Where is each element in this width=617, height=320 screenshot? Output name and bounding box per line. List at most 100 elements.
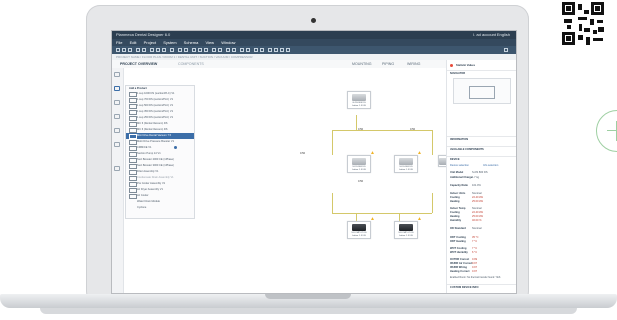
cut-icon[interactable] [150,48,154,52]
left-tool-rail [112,68,124,293]
compressor-image-icon [399,224,413,231]
tab-project-overview[interactable]: PROJECT OVERVIEW [120,60,157,68]
spec-row: Additional Charge1.7 kg [450,176,480,179]
link-icon[interactable] [240,48,244,52]
device-node[interactable]: S-DS 800 DS Indoor 1.5 kW [394,155,418,173]
pipe-tool-icon[interactable] [114,100,120,105]
hand-tool-icon[interactable] [114,166,120,171]
spec-row: IDUDR Air Correct0.97 [450,262,478,265]
spec-row: ODT Cooling 35 °C [450,236,479,239]
note-text: Enabled Room: No thermal transfer found:… [450,276,501,279]
menu-edit[interactable]: Edit [130,40,137,45]
device-subtitle: Indoor 1.5 kW [399,235,413,237]
open-icon[interactable] [122,48,126,52]
menu-project[interactable]: Project [144,40,156,45]
device-subtitle: Indoor 1.5 kW [399,169,413,171]
dimension-label: 0.50 [410,128,416,131]
mode-mounting[interactable]: MOUNTING [352,60,372,68]
export-icon[interactable] [184,48,188,52]
laptop-screen: Planmeca Dental Designer 6.0 I. ad accou… [112,31,516,293]
laptop-notch [265,294,351,299]
device-tab-info[interactable]: Info selection [483,164,498,167]
device-subtitle: Indoor 1.5 kW [352,105,366,107]
device-node[interactable]: G-DS 800 DS Indoor 1.5 kW [347,91,371,109]
pipe-connection [332,213,432,214]
text-tool-icon[interactable] [114,128,120,133]
spec-row: OUTDR Correct 0.99 [450,258,478,261]
zoom-fit-icon[interactable] [280,48,284,52]
spec-row: Heating 25.00 kW [450,215,483,218]
dimension-label: 0.50 [358,180,364,183]
unit-image-icon [352,158,366,165]
spec-row: Unit Model S-DS 800 DS [450,171,488,174]
pipe-connection [332,130,333,155]
grid-icon[interactable] [254,48,258,52]
delete-icon[interactable] [170,48,174,52]
device-node[interactable]: S-DCMP 67 DS Indoor 1.5 kW [394,221,418,239]
language-selector[interactable]: English [497,31,510,39]
spec-row: IDUDR Wiring 0.97 [450,266,478,269]
mode-wiring[interactable]: WIRING [407,60,420,68]
snap-icon[interactable] [260,48,264,52]
navigator-minimap[interactable] [453,78,511,104]
add-product-dropdown[interactable]: Add a Product 1 sup 1000 DS (suction/PLC… [125,85,195,219]
information-label[interactable]: INFORMATION [450,138,468,141]
menu-view[interactable]: View [205,40,214,45]
align-left-icon[interactable] [192,48,196,52]
unlink-icon[interactable] [246,48,250,52]
paste-icon[interactable] [162,48,166,52]
user-account[interactable]: I. ad account [473,31,496,39]
laptop-base [0,290,617,320]
save-icon[interactable] [128,48,132,52]
spec-row: WOT Humidity 6 °C [450,251,478,254]
spec-row: Heating Correct 0.97 [450,270,478,273]
zoom-in-icon[interactable] [268,48,272,52]
pointer-tool-icon[interactable] [114,72,120,77]
print-icon[interactable] [178,48,182,52]
device-subtitle: Indoor 1.5 kW [352,235,366,237]
device-tab-selection[interactable]: Device selection [450,164,469,167]
warning-icon[interactable]: ▲ [370,151,375,156]
menu-schema[interactable]: Schema [184,40,199,45]
spec-row: Cooling 22.40 kW [450,196,483,199]
menu-file[interactable]: File [116,40,122,45]
pipe-connection [432,130,433,155]
search-icon[interactable] [286,48,290,52]
zoom-out-icon[interactable] [274,48,278,52]
warning-icon[interactable]: ▲ [417,151,422,156]
spec-row: Humidity 46.00 % [450,219,482,222]
device-node[interactable]: S-DS 800 DS Indoor 1.5 kW [347,155,371,173]
device-node[interactable]: S-DCMP 67 DS Indoor 1.5 kW [347,221,371,239]
copy-icon[interactable] [156,48,160,52]
new-icon[interactable] [116,48,120,52]
align-right-icon[interactable] [204,48,208,52]
spec-row: Capacity Ratio 101.0% [450,184,481,187]
menu-window[interactable]: Window [221,40,235,45]
flip-icon[interactable] [232,48,236,52]
available-components-label[interactable]: AVAILABLE COMPONENTS [450,148,484,151]
spec-row: OD Standard Nominal [450,227,482,230]
device-subtitle: Indoor 1.5 kW [352,169,366,171]
settings-icon[interactable] [504,48,508,52]
warning-icon[interactable]: ▲ [370,217,375,222]
align-center-icon[interactable] [198,48,202,52]
custom-device-info-label[interactable]: CUSTOM DEVICE INFO [450,286,479,289]
qr-code-icon [562,2,605,46]
add-device-tool-icon[interactable] [114,86,120,91]
mode-piping[interactable]: PIPING [382,60,394,68]
undo-icon[interactable] [136,48,140,52]
ungroup-icon[interactable] [218,48,222,52]
spec-row: Indoor Units Nominal [450,192,482,195]
pipe-connection [332,193,333,213]
tab-components[interactable]: COMPONENTS [178,60,204,68]
product-item[interactable]: Cyclone [126,205,194,211]
group-icon[interactable] [212,48,216,52]
redo-icon[interactable] [142,48,146,52]
warning-icon[interactable]: ▲ [417,217,422,222]
wire-tool-icon[interactable] [114,114,120,119]
rotate-icon[interactable] [226,48,230,52]
toolbar [112,46,516,54]
menu-system[interactable]: System [163,40,176,45]
measure-tool-icon[interactable] [114,142,120,147]
app-title: Planmeca Dental Designer 6.0 [116,32,171,37]
